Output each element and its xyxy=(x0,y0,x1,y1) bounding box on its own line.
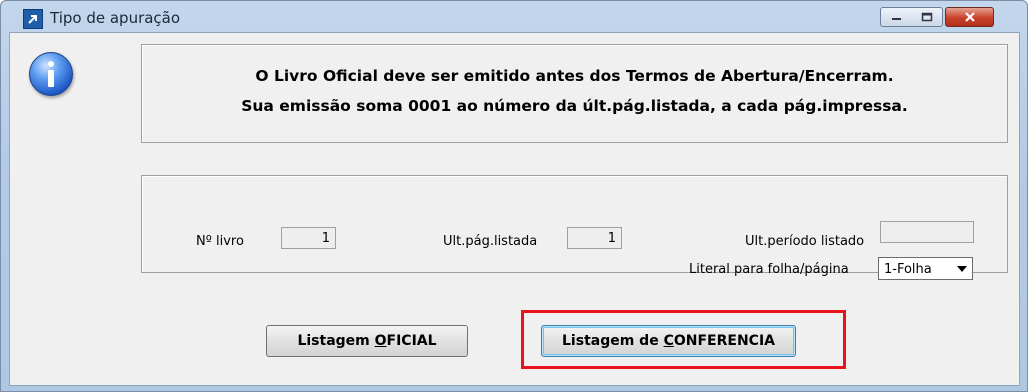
literal-label: Literal para folha/página xyxy=(689,262,849,277)
close-button[interactable] xyxy=(945,7,994,27)
chevron-down-icon[interactable] xyxy=(957,266,967,272)
button-label-suffix: FICIAL xyxy=(386,333,437,349)
button-mnemonic: O xyxy=(374,333,387,349)
listagem-oficial-button[interactable]: Listagem OFICIAL xyxy=(266,325,468,357)
minimize-icon xyxy=(891,18,901,20)
minimize-button[interactable] xyxy=(880,7,913,27)
ult-periodo-field[interactable] xyxy=(880,221,974,243)
info-icon xyxy=(29,52,73,96)
ult-pag-label: Ult.pág.listada xyxy=(443,234,538,249)
message-panel: O Livro Oficial deve ser emitido antes d… xyxy=(141,44,1008,143)
ult-periodo-label: Ult.período listado xyxy=(745,234,865,249)
livro-field[interactable]: 1 xyxy=(281,227,336,249)
app-icon xyxy=(23,9,43,29)
literal-select-value: 1-Folha xyxy=(884,262,932,277)
window-title: Tipo de apuração xyxy=(50,9,181,27)
button-label-prefix: Listagem xyxy=(297,333,375,349)
literal-select[interactable]: 1-Folha xyxy=(878,257,973,280)
maximize-button[interactable] xyxy=(911,7,943,27)
maximize-icon xyxy=(921,12,932,22)
title-bar[interactable]: Tipo de apuração xyxy=(1,1,1027,31)
close-icon xyxy=(964,12,975,22)
message-line-2: Sua emissão soma 0001 ao número da últ.p… xyxy=(241,97,908,115)
highlight-annotation xyxy=(521,310,846,369)
ult-pag-field[interactable]: 1 xyxy=(567,227,622,249)
livro-label: Nº livro xyxy=(196,234,244,249)
message-line-1: O Livro Oficial deve ser emitido antes d… xyxy=(255,67,894,85)
